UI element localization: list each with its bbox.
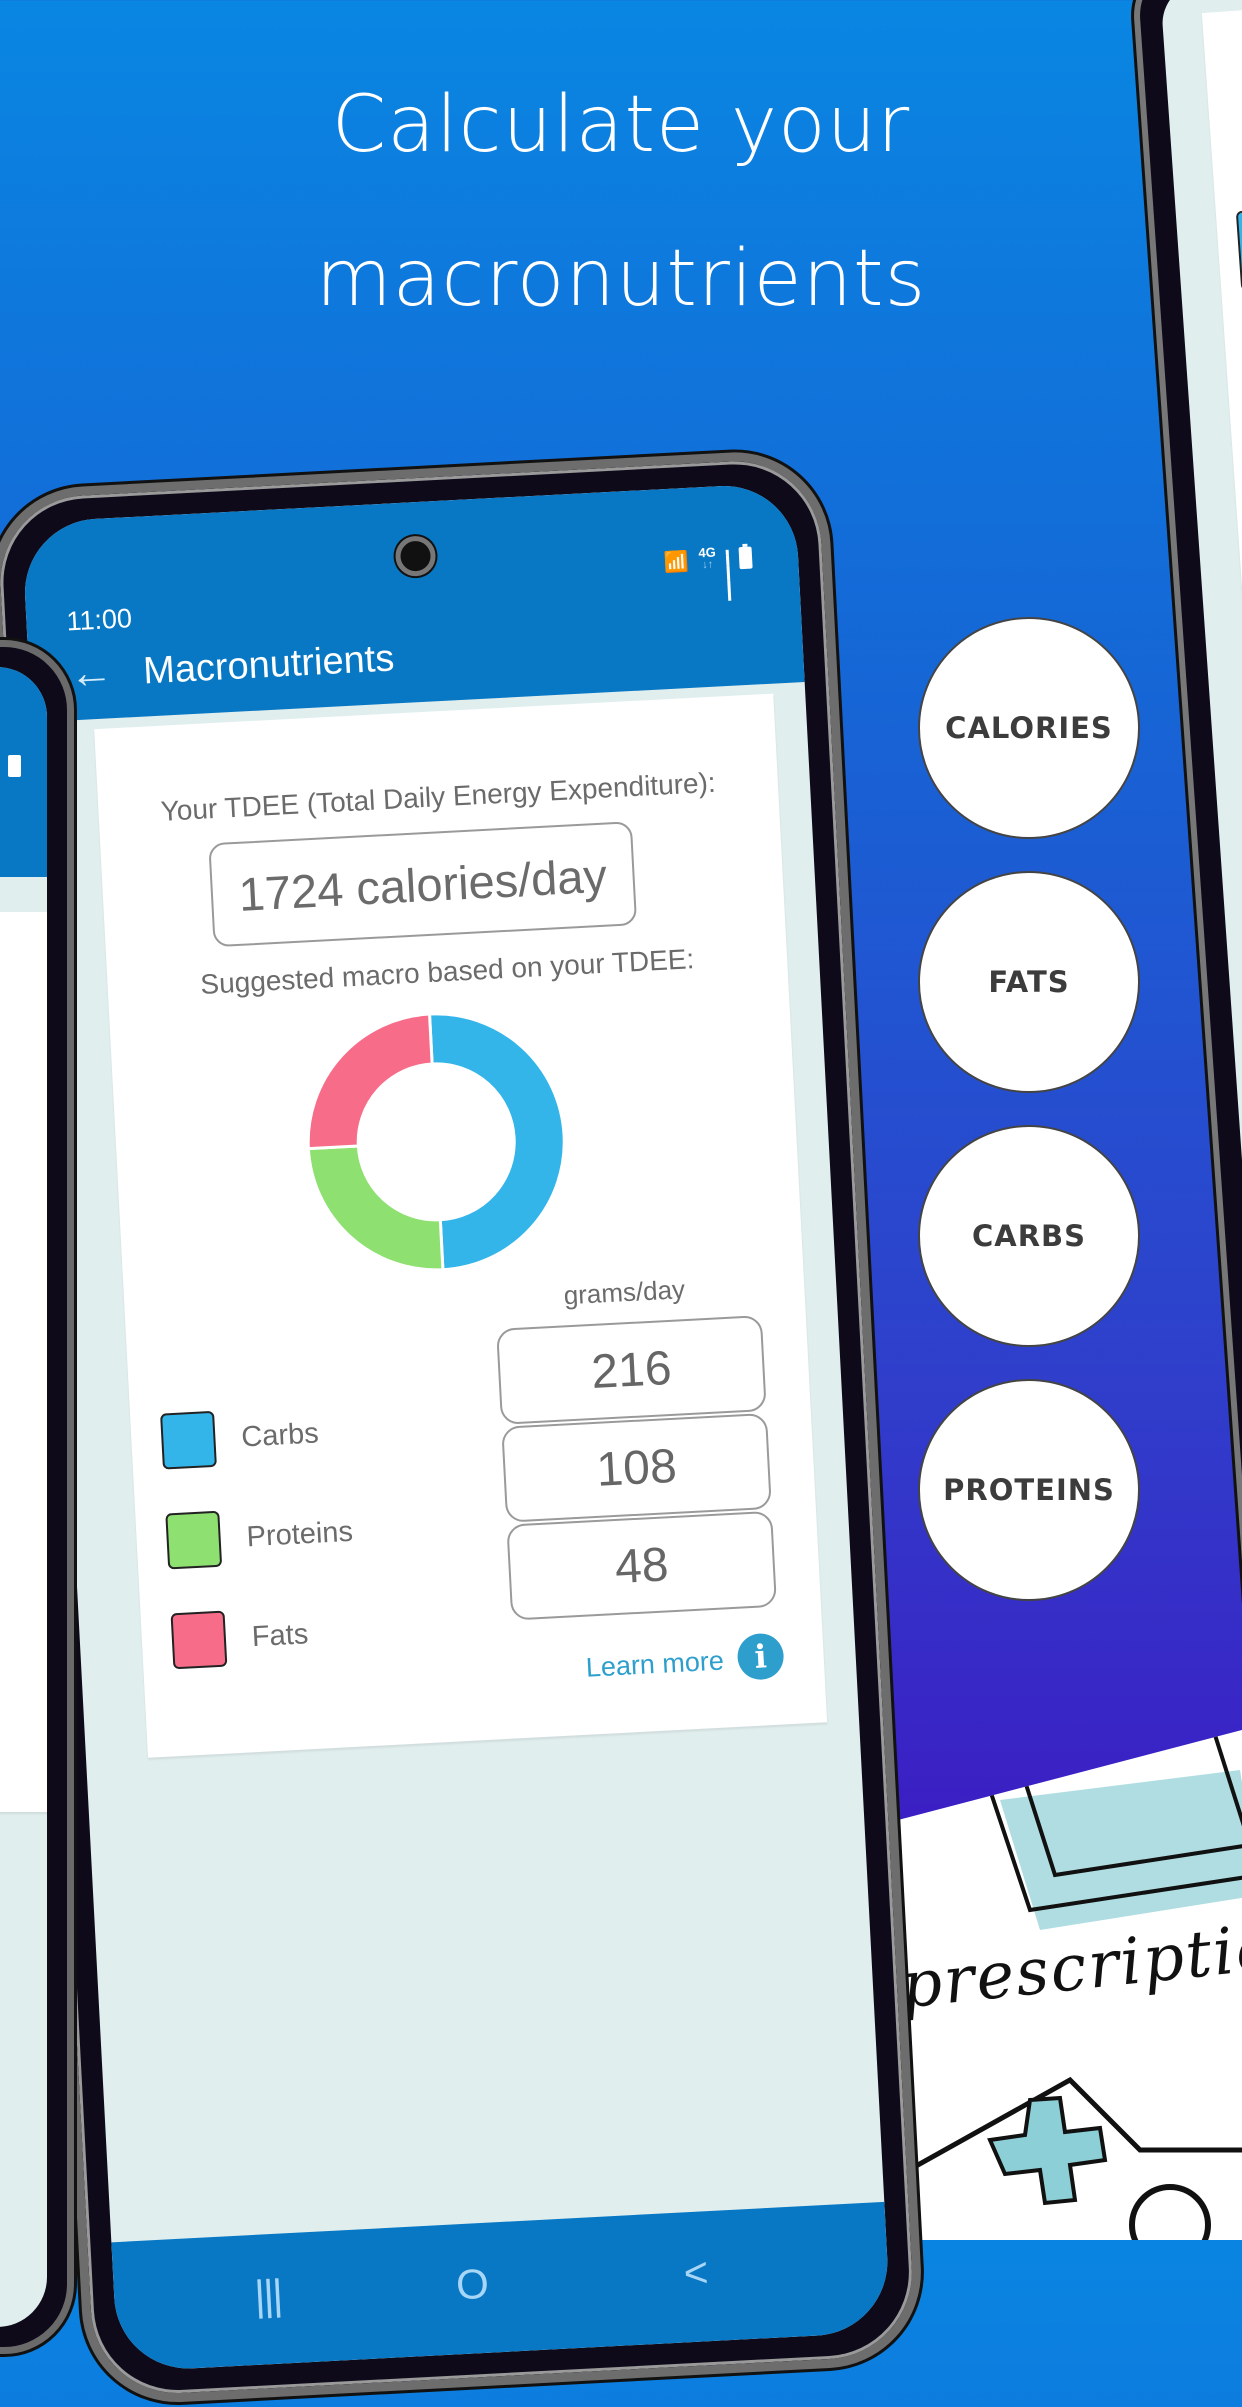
proteins-grams-value: 108 — [501, 1412, 772, 1523]
fats-grams-value: 48 — [506, 1510, 778, 1621]
info-icon[interactable]: i — [736, 1632, 785, 1681]
suggested-macro-label: Suggested macro based on your TDEE: — [199, 943, 696, 1000]
macro-card: Your TDEE (Total Daily Energy Expenditur… — [94, 693, 828, 1758]
phone-screen: 11:00 📶 4G ↓↑ ← Macronutrients Your TDEE … — [21, 482, 892, 2373]
4g-icon: 4G ↓↑ — [698, 544, 717, 572]
illustration-area: prescriptio — [860, 1720, 1242, 2240]
background-phone-swatch — [1235, 208, 1242, 292]
legend-label-carbs: Carbs — [240, 1416, 320, 1453]
headline-line-2: macronutrients — [315, 234, 927, 324]
learn-more-link[interactable]: Learn more — [585, 1646, 725, 1684]
macro-values: 216 108 48 — [496, 1315, 778, 1621]
feature-circle-carbs: CARBS — [918, 1125, 1140, 1347]
battery-icon — [738, 546, 753, 570]
signal-icon — [725, 549, 732, 601]
app-bar: 11:00 📶 4G ↓↑ ← Macronutrients — [21, 482, 805, 723]
carbs-grams-value: 216 — [496, 1315, 767, 1425]
legend-item-fats: Fats — [169, 1582, 360, 1692]
page-title: Macronutrients — [142, 637, 396, 693]
legend-label-fats: Fats — [251, 1617, 310, 1653]
background-phone-card — [1201, 0, 1242, 1041]
wifi-icon: 📶 — [663, 550, 690, 575]
background-phone-screen — [1159, 0, 1242, 1838]
main-phone: 11:00 📶 4G ↓↑ ← Macronutrients Your TDEE … — [0, 447, 926, 2407]
feature-circle-fats: FATS — [918, 871, 1140, 1093]
donut-slice-proteins — [306, 1144, 445, 1272]
feature-circle-calories: CALORIES — [918, 617, 1140, 839]
feature-circles: CALORIES FATS CARBS PROTEINS — [918, 617, 1140, 1633]
status-icons: 📶 4G ↓↑ — [663, 544, 753, 601]
macro-legend: Carbs Proteins Fats — [159, 1382, 361, 1691]
arrow-left-icon[interactable]: ← — [68, 647, 115, 698]
tdee-label: Your TDEE (Total Daily Energy Expenditur… — [159, 766, 717, 827]
legend-item-proteins: Proteins — [164, 1482, 355, 1592]
legend-item-carbs: Carbs — [159, 1382, 350, 1492]
feature-circle-proteins: PROTEINS — [918, 1379, 1140, 1601]
back-button[interactable]: < — [683, 2248, 710, 2296]
grams-per-day-header: grams/day — [562, 1274, 686, 1311]
proteins-color-swatch — [165, 1510, 223, 1570]
macro-donut-chart — [306, 1012, 566, 1272]
recents-button[interactable]: ||| — [253, 2271, 282, 2319]
carbs-color-swatch — [160, 1410, 217, 1470]
front-camera-icon — [394, 535, 437, 578]
headline: Calculate your macronutrients — [0, 48, 1242, 356]
status-time: 11:00 — [65, 603, 133, 637]
notepad-icon — [988, 1734, 1242, 1930]
phone-frame: 11:00 📶 4G ↓↑ ← Macronutrients Your TDEE … — [0, 447, 926, 2407]
tdee-value-field: 1724 calories/day — [208, 821, 638, 948]
donut-slice-fats — [306, 1012, 434, 1151]
legend-label-proteins: Proteins — [245, 1515, 354, 1553]
left-phone-card — [0, 912, 47, 1812]
fats-color-swatch — [170, 1610, 228, 1670]
donut-slice-carbs — [427, 1012, 566, 1272]
background-phone-left — [0, 640, 74, 2354]
home-button[interactable]: O — [455, 2260, 490, 2309]
system-nav-bar: ||| O < — [111, 2201, 892, 2373]
left-phone-screen — [0, 667, 47, 2327]
left-phone-battery-icon — [8, 755, 21, 777]
headline-line-1: Calculate your — [331, 80, 911, 170]
ambulance-icon — [897, 2076, 1242, 2240]
